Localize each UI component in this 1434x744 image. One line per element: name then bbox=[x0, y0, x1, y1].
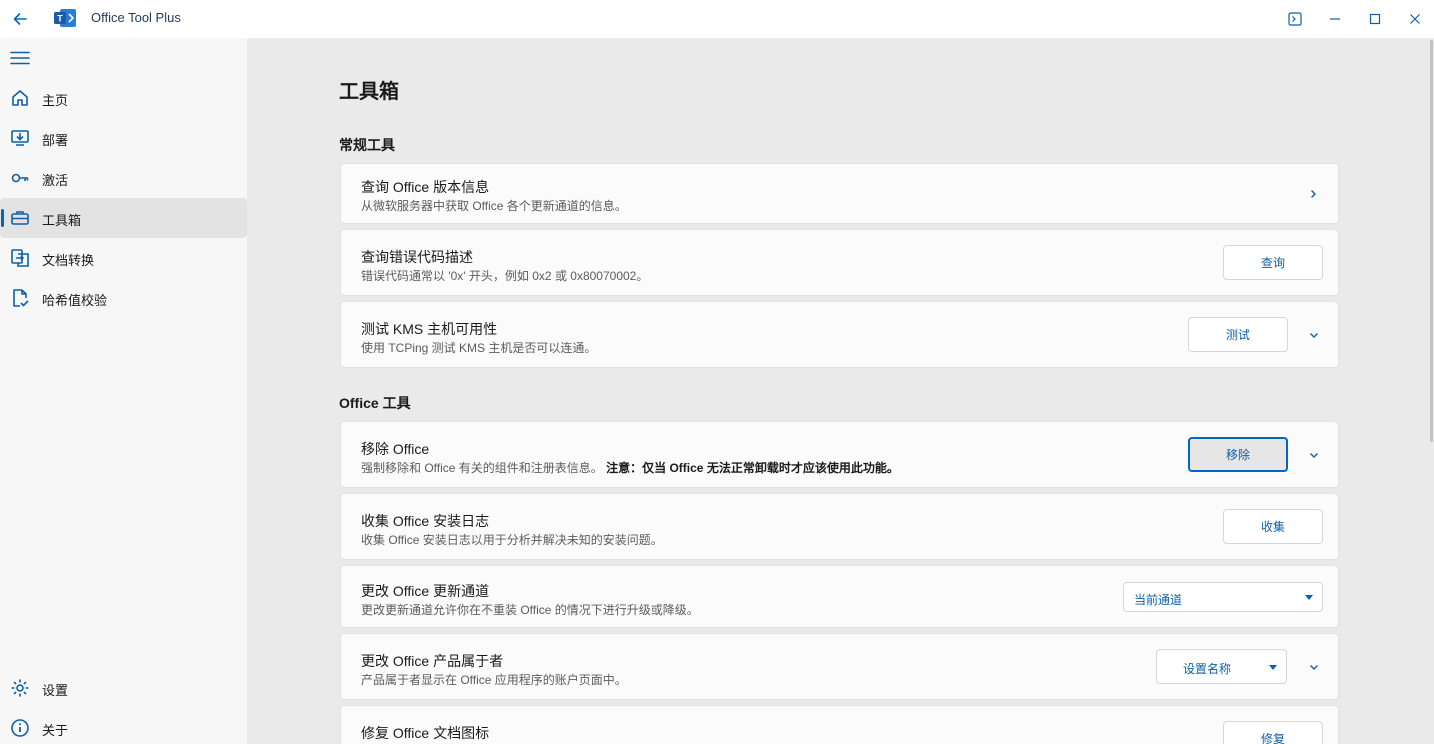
card-title: 查询错误代码描述 bbox=[361, 249, 473, 265]
card-title: 更改 Office 产品属于者 bbox=[361, 653, 504, 669]
info-icon bbox=[10, 718, 30, 738]
card-description: 错误代码通常以 '0x' 开头，例如 0x2 或 0x80070002。 bbox=[361, 269, 649, 283]
svg-text:T: T bbox=[57, 14, 63, 24]
sidebar-item-label: 关于 bbox=[42, 723, 69, 738]
sidebar-item-toolbox[interactable]: 工具箱 bbox=[0, 198, 247, 238]
app-logo-icon: T bbox=[54, 7, 78, 29]
sidebar-item-hash-check[interactable]: 哈希值校验 bbox=[0, 278, 247, 318]
select-value: 当前通道 bbox=[1134, 593, 1183, 607]
chevron-down-icon[interactable] bbox=[1306, 447, 1322, 463]
section-title-general: 常规工具 bbox=[339, 137, 395, 153]
card-description: 使用 TCPing 测试 KMS 主机是否可以连通。 bbox=[361, 341, 597, 355]
caret-down-icon bbox=[1269, 665, 1277, 670]
card-query-office-version[interactable]: 查询 Office 版本信息 从微软服务器中获取 Office 各个更新通道的信… bbox=[340, 163, 1339, 224]
back-arrow-icon[interactable] bbox=[8, 7, 32, 31]
scrollbar[interactable] bbox=[1430, 38, 1434, 744]
app-title: Office Tool Plus bbox=[91, 10, 181, 25]
card-update-channel: 更改 Office 更新通道 更改更新通道允许你在不重装 Office 的情况下… bbox=[340, 565, 1339, 628]
key-icon bbox=[10, 168, 30, 188]
test-button[interactable]: 测试 bbox=[1188, 317, 1288, 352]
remove-button[interactable]: 移除 bbox=[1188, 437, 1288, 472]
hash-check-icon bbox=[10, 288, 30, 308]
sidebar-item-label: 主页 bbox=[42, 93, 69, 108]
card-fix-icons: 修复 Office 文档图标 修复 bbox=[340, 705, 1339, 744]
card-description: 从微软服务器中获取 Office 各个更新通道的信息。 bbox=[361, 199, 627, 213]
toolbox-icon bbox=[10, 208, 30, 228]
chevron-right-icon[interactable] bbox=[1305, 186, 1321, 202]
card-title: 测试 KMS 主机可用性 bbox=[361, 321, 498, 337]
card-title: 更改 Office 更新通道 bbox=[361, 583, 490, 599]
home-icon bbox=[10, 88, 30, 108]
card-remove-office: 移除 Office 强制移除和 Office 有关的组件和注册表信息。 注意：仅… bbox=[340, 421, 1339, 488]
set-name-select[interactable]: 设置名称 bbox=[1156, 649, 1287, 684]
update-channel-select[interactable]: 当前通道 bbox=[1123, 582, 1323, 612]
sidebar-item-label: 设置 bbox=[42, 683, 69, 698]
sidebar-item-label: 激活 bbox=[42, 173, 69, 188]
terminal-icon[interactable] bbox=[1285, 9, 1305, 29]
card-title: 查询 Office 版本信息 bbox=[361, 179, 490, 195]
sidebar-item-activate[interactable]: 激活 bbox=[0, 158, 247, 198]
card-description: 产品属于者显示在 Office 应用程序的账户页面中。 bbox=[361, 673, 627, 687]
sidebar-item-deploy[interactable]: 部署 bbox=[0, 118, 247, 158]
card-title: 移除 Office bbox=[361, 441, 430, 457]
card-warning-text: 注意：仅当 Office 无法正常卸载时才应该使用此功能。 bbox=[606, 461, 899, 475]
collect-button[interactable]: 收集 bbox=[1223, 509, 1323, 544]
chevron-down-icon[interactable] bbox=[1306, 327, 1322, 343]
scrollbar-thumb[interactable] bbox=[1430, 40, 1433, 442]
main-content: 工具箱 常规工具 查询 Office 版本信息 从微软服务器中获取 Office… bbox=[247, 38, 1434, 744]
sidebar-item-convert[interactable]: 文档转换 bbox=[0, 238, 247, 278]
card-error-code: 查询错误代码描述 错误代码通常以 '0x' 开头，例如 0x2 或 0x8007… bbox=[340, 229, 1339, 296]
card-product-owner: 更改 Office 产品属于者 产品属于者显示在 Office 应用程序的账户页… bbox=[340, 633, 1339, 700]
sidebar-item-settings[interactable]: 设置 bbox=[0, 668, 247, 708]
deploy-icon bbox=[10, 128, 30, 148]
card-description: 更改更新通道允许你在不重装 Office 的情况下进行升级或降级。 bbox=[361, 603, 699, 617]
card-description-text: 强制移除和 Office 有关的组件和注册表信息。 bbox=[361, 461, 603, 475]
sidebar-item-label: 部署 bbox=[42, 133, 69, 148]
convert-icon bbox=[10, 248, 30, 268]
sidebar-item-home[interactable]: 主页 bbox=[0, 78, 247, 118]
query-button[interactable]: 查询 bbox=[1223, 245, 1323, 280]
title-bar: T Office Tool Plus bbox=[0, 0, 1434, 38]
card-description: 强制移除和 Office 有关的组件和注册表信息。 注意：仅当 Office 无… bbox=[361, 459, 899, 476]
section-title-office: Office 工具 bbox=[339, 395, 411, 411]
gear-icon bbox=[10, 678, 30, 698]
maximize-icon[interactable] bbox=[1365, 9, 1385, 29]
card-title: 收集 Office 安装日志 bbox=[361, 513, 490, 529]
chevron-down-icon[interactable] bbox=[1306, 659, 1322, 675]
page-title: 工具箱 bbox=[339, 81, 399, 103]
sidebar-item-label: 工具箱 bbox=[42, 213, 82, 228]
close-icon[interactable] bbox=[1405, 9, 1425, 29]
select-value: 设置名称 bbox=[1183, 662, 1232, 676]
card-description: 收集 Office 安装日志以用于分析并解决未知的安装问题。 bbox=[361, 533, 663, 547]
sidebar-item-label: 哈希值校验 bbox=[42, 293, 108, 308]
hamburger-menu-icon[interactable] bbox=[10, 51, 30, 65]
card-kms-test: 测试 KMS 主机可用性 使用 TCPing 测试 KMS 主机是否可以连通。 … bbox=[340, 301, 1339, 368]
sidebar-item-about[interactable]: 关于 bbox=[0, 708, 247, 744]
caret-down-icon bbox=[1305, 595, 1313, 600]
repair-button[interactable]: 修复 bbox=[1223, 721, 1323, 744]
sidebar: 主页 部署 激活 工具箱 文档转换 哈希值校验 设置 关于 bbox=[0, 38, 247, 744]
sidebar-item-label: 文档转换 bbox=[42, 253, 95, 268]
minimize-icon[interactable] bbox=[1325, 9, 1345, 29]
card-title: 修复 Office 文档图标 bbox=[361, 725, 490, 741]
card-collect-logs: 收集 Office 安装日志 收集 Office 安装日志以用于分析并解决未知的… bbox=[340, 493, 1339, 560]
